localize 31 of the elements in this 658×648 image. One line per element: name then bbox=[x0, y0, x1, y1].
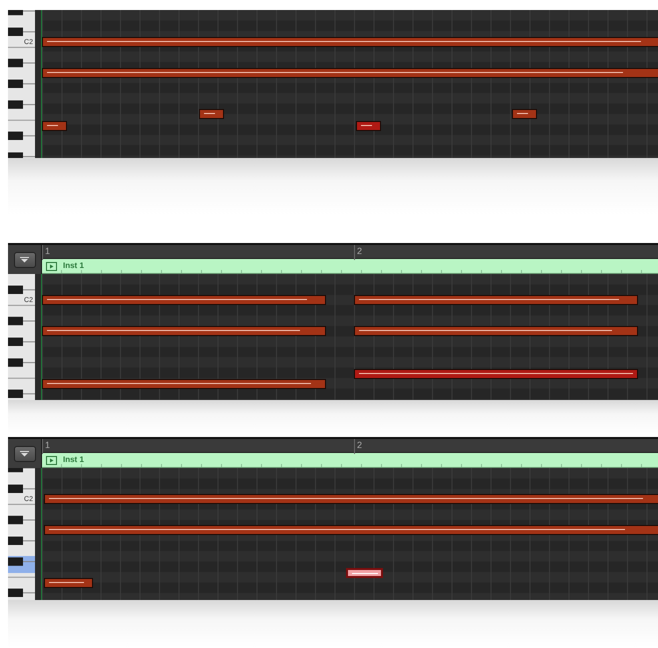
midi-note[interactable] bbox=[42, 326, 326, 336]
midi-note[interactable] bbox=[199, 109, 224, 119]
midi-note[interactable] bbox=[44, 494, 658, 504]
midi-note[interactable] bbox=[354, 369, 638, 379]
midi-note[interactable] bbox=[42, 295, 326, 305]
midi-note[interactable] bbox=[346, 568, 383, 578]
region-header[interactable]: Inst 1 bbox=[42, 453, 658, 468]
midi-note[interactable] bbox=[42, 121, 67, 131]
piano-keyboard-drawing[interactable] bbox=[8, 10, 35, 158]
timeline-ruler[interactable]: 1 2 bbox=[42, 439, 658, 454]
region-name: Inst 1 bbox=[63, 455, 84, 466]
midi-note[interactable] bbox=[354, 295, 638, 305]
midi-note[interactable] bbox=[42, 379, 326, 389]
play-icon bbox=[46, 456, 57, 465]
caret-icon bbox=[20, 450, 29, 456]
caret-icon bbox=[20, 256, 29, 262]
region-header[interactable]: Inst 1 bbox=[42, 259, 658, 274]
dropdown-button[interactable] bbox=[14, 446, 36, 462]
midi-note[interactable] bbox=[42, 68, 658, 78]
midi-note[interactable] bbox=[42, 37, 658, 47]
midi-note[interactable] bbox=[44, 578, 93, 588]
play-icon bbox=[46, 262, 57, 271]
midi-note[interactable] bbox=[512, 109, 537, 119]
timeline-ruler[interactable]: 1 2 bbox=[42, 245, 658, 260]
piano-keyboard-drawing[interactable] bbox=[8, 468, 35, 600]
dropdown-button[interactable] bbox=[14, 252, 36, 268]
midi-note[interactable] bbox=[44, 525, 658, 535]
note-grid[interactable] bbox=[42, 274, 658, 400]
midi-note[interactable] bbox=[354, 326, 638, 336]
region-name: Inst 1 bbox=[63, 261, 84, 272]
midi-note[interactable] bbox=[356, 121, 381, 131]
